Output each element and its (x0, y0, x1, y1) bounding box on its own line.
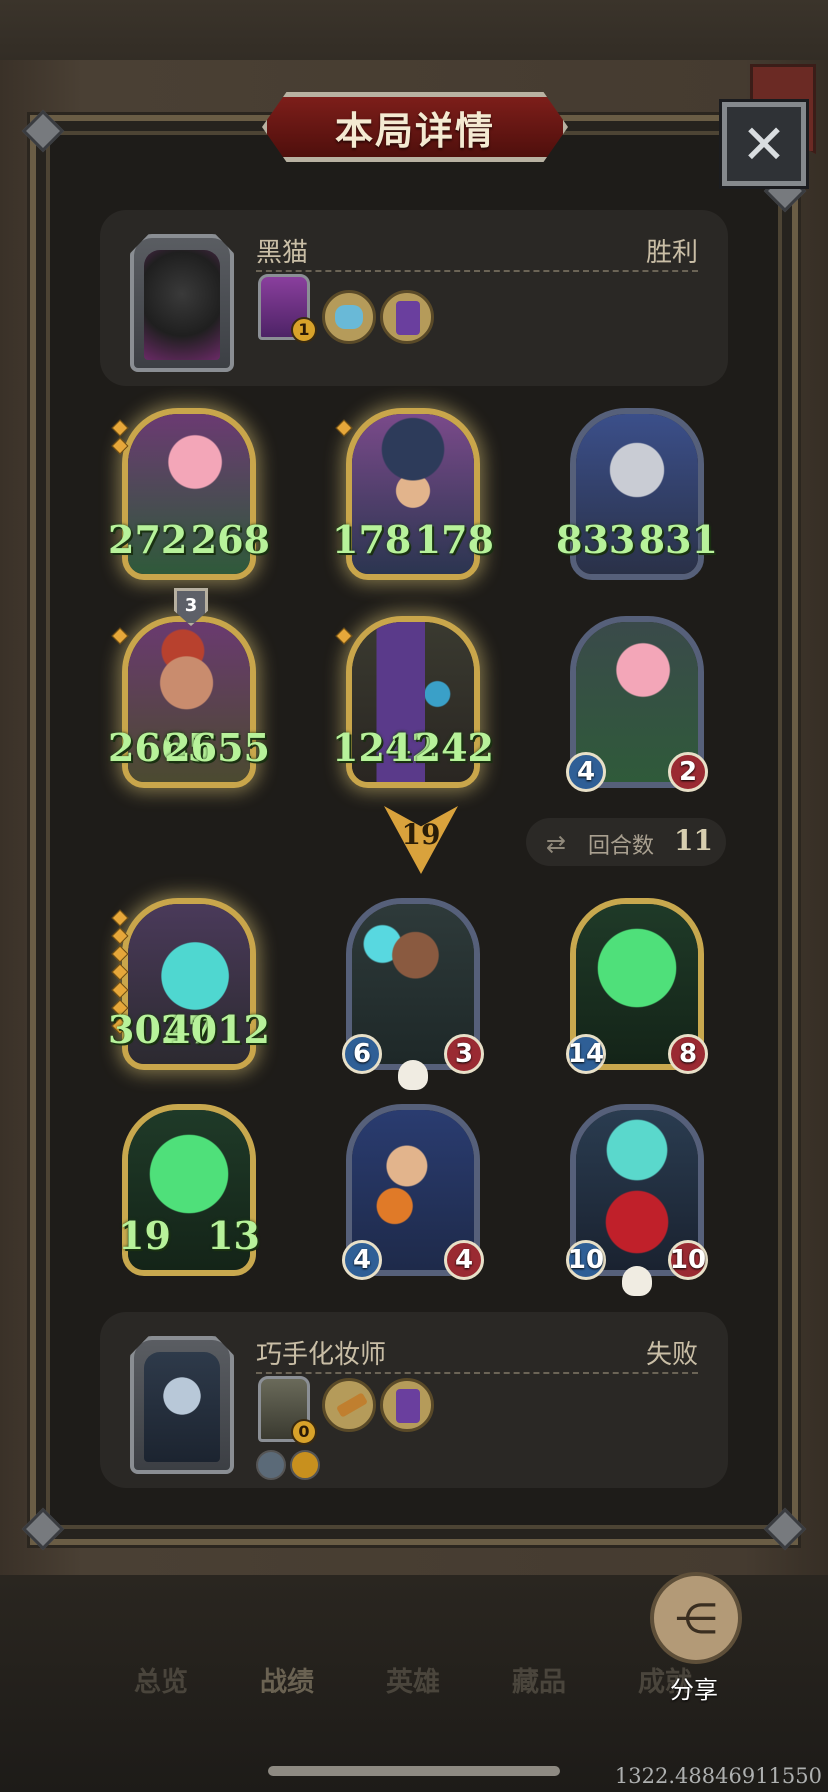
winner-unit-2[interactable]: 178 178 (332, 408, 494, 580)
winner-unit-6[interactable]: 4 2 (566, 616, 708, 792)
loser-unit-4[interactable]: 19 13 (118, 1104, 260, 1276)
unit-attack: 14 (566, 1034, 606, 1074)
unit-attack: 6 (342, 1034, 382, 1074)
skull-icon (622, 1266, 652, 1296)
nav-collection[interactable]: 藏品 (476, 1660, 602, 1699)
hero-level-badge: 1 (291, 317, 317, 343)
round-count: 11 (674, 824, 713, 857)
turn-number: 19 (401, 818, 441, 851)
unit-attack: 4 (342, 1240, 382, 1280)
unit-health: 2655 (164, 725, 270, 770)
rank-pips (111, 419, 129, 458)
nav-overview[interactable]: 总览 (98, 1660, 224, 1699)
close-button[interactable]: ✕ (719, 99, 809, 189)
unit-attack: 10 (566, 1240, 606, 1280)
nav-heroes[interactable]: 英雄 (350, 1660, 476, 1699)
unit-health: 831 (638, 517, 718, 562)
unit-health: 8 (668, 1034, 708, 1074)
loser-avatar[interactable] (130, 1336, 234, 1474)
loser-unit-5[interactable]: 4 4 (342, 1104, 484, 1280)
purple-tome-icon[interactable] (380, 290, 434, 344)
winner-unit-3[interactable]: 833 831 (556, 408, 718, 580)
winner-panel: 黑猫 胜利 1 (100, 210, 728, 386)
makeup-artist-portrait (144, 1352, 220, 1462)
crossed-swords-icon[interactable] (256, 1450, 286, 1480)
loser-panel: 巧手化妆师 失败 0 (100, 1312, 728, 1488)
rank-pips (335, 627, 353, 648)
unit-health: 10 (668, 1240, 708, 1280)
loser-unit-6[interactable]: 10 10 (566, 1104, 708, 1296)
round-counter: ⇄ 回合数 11 (526, 818, 726, 866)
loser-unit-1[interactable]: 3027 4012 (108, 898, 270, 1070)
unit-health: 3 (444, 1034, 484, 1074)
repeat-icon: ⇄ (546, 830, 567, 858)
unit-attack: 833 (556, 517, 636, 562)
unit-health: 1242 (388, 725, 494, 770)
home-indicator[interactable] (268, 1766, 560, 1776)
skull-icon (398, 1060, 428, 1090)
loser-divider (256, 1372, 698, 1374)
loser-unit-3[interactable]: 14 8 (566, 898, 708, 1074)
winner-avatar[interactable] (130, 234, 234, 372)
coordinate-readout: 1322.48846911550 (614, 1764, 822, 1788)
rank-pips (335, 419, 353, 440)
share-icon: ⋲ (675, 1593, 717, 1643)
purple-tome-icon[interactable] (380, 1378, 434, 1432)
goldfish-bowl-icon[interactable] (322, 290, 376, 344)
loser-name: 巧手化妆师 (256, 1340, 387, 1370)
unit-health: 13 (207, 1213, 260, 1258)
winner-divider (256, 270, 698, 272)
unit-health: 2 (668, 752, 708, 792)
share-button[interactable]: ⋲ (650, 1572, 742, 1664)
close-icon: ✕ (741, 112, 787, 176)
unit-attack: 19 (118, 1213, 171, 1258)
nav-records[interactable]: 战绩 (224, 1660, 350, 1699)
unit-attack: 272 (108, 517, 188, 562)
unit-health: 4012 (164, 1007, 270, 1052)
unit-health: 4 (444, 1240, 484, 1280)
winner-name: 黑猫 (256, 238, 309, 268)
dialog-title-plate: 本局详情 (262, 92, 568, 162)
hammer-icon[interactable] (322, 1378, 376, 1432)
loser-hero-power[interactable]: 0 (258, 1376, 317, 1445)
winner-unit-1[interactable]: 272 268 (108, 408, 270, 580)
loser-result: 失败 (645, 1340, 698, 1370)
black-cat-portrait (144, 250, 220, 360)
hero-level-badge: 0 (291, 1419, 317, 1445)
winner-unit-4[interactable]: 3 2665 2655 (108, 588, 270, 788)
winner-hero-power[interactable]: 1 (258, 274, 317, 343)
dialog-title: 本局详情 (334, 108, 495, 153)
unit-attack: 4 (566, 752, 606, 792)
rank-pips (111, 627, 129, 648)
unit-health: 268 (190, 517, 270, 562)
unit-attack: 178 (332, 517, 412, 562)
share-label: 分享 (670, 1676, 718, 1704)
unit-health: 178 (414, 517, 494, 562)
loser-unit-2[interactable]: 6 3 (342, 898, 484, 1090)
winner-result: 胜利 (645, 238, 698, 268)
gold-horn-icon[interactable] (290, 1450, 320, 1480)
winner-unit-5[interactable]: 1242 1242 (332, 616, 494, 788)
round-label: 回合数 (588, 834, 655, 859)
